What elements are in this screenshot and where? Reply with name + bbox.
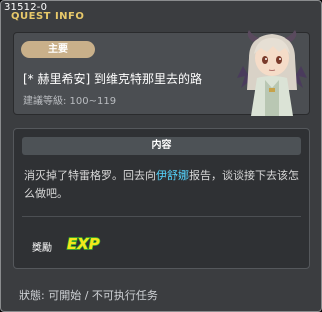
exp-icon: EXP xyxy=(66,234,100,253)
quest-name: [* 赫里希安] 到维克特那里去的路 xyxy=(23,72,202,86)
quest-card: 主要 [* 赫里希安] 到维克特那里去的路 建議等級: 100~119 xyxy=(13,30,310,116)
npc-name-highlight: 伊舒娜 xyxy=(156,169,189,182)
content-header: 内容 xyxy=(22,137,301,155)
quest-type-badge: 主要 xyxy=(21,41,95,58)
quest-recommended-level: 建議等級: 100~119 xyxy=(23,96,117,107)
npc-portrait-icon xyxy=(237,30,307,116)
description-text: 消灭掉了特雷格罗。回去向 xyxy=(24,169,156,182)
window-title: QUEST INFO xyxy=(11,11,85,22)
quest-description: 消灭掉了特雷格罗。回去向伊舒娜报告，谈谈接下去该怎么做吧。 xyxy=(24,167,300,203)
divider xyxy=(22,216,301,217)
content-panel: 内容 消灭掉了特雷格罗。回去向伊舒娜报告，谈谈接下去该怎么做吧。 獎勵 EXP xyxy=(13,128,310,269)
quest-status: 狀態: 可開始 / 不可执行任务 xyxy=(19,289,158,302)
exp-label: EXP xyxy=(67,235,100,253)
quest-info-window: 31512-0 QUEST INFO 主要 [* 赫里希安] 到维克特那里去的路… xyxy=(0,0,322,312)
reward-label: 獎勵 xyxy=(32,243,52,254)
